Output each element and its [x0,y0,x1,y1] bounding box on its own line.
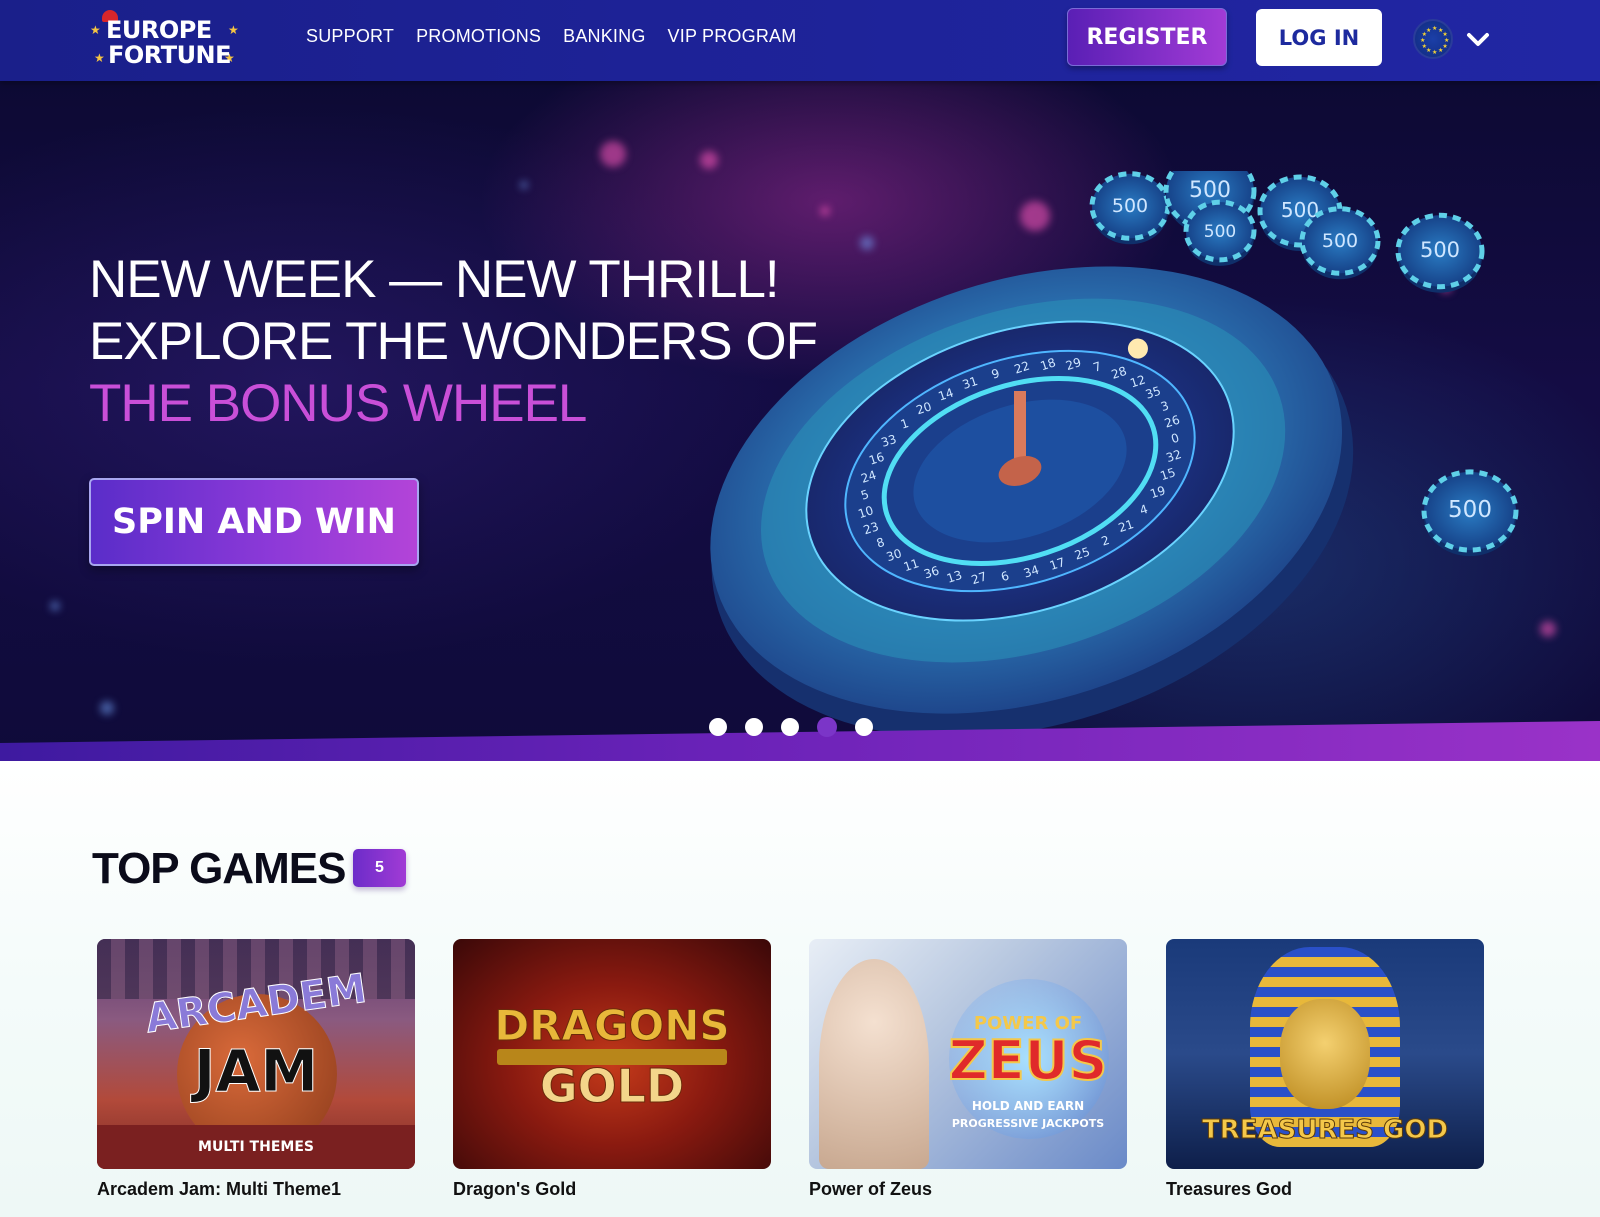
game-thumbnail[interactable]: DRAGONS GOLD [453,939,771,1169]
logo-text-europe: EUROPE [106,16,212,44]
spin-and-win-button[interactable]: SPIN AND WIN [89,478,419,566]
game-art-title: DRAGONS [494,1001,730,1051]
chip-label: 500 [1204,222,1236,242]
flag-star: ★ [1426,27,1432,34]
logo-text-fortune: FORTUNE [108,41,232,69]
chevron-down-icon[interactable] [1464,26,1492,52]
slider-dot-2[interactable] [745,718,763,736]
casino-chip-icon: 500 [1421,469,1519,557]
games-count-badge: 5 [353,849,406,887]
roulette-wheel-graphic: 500500500500500500500500 260321519421225… [710,151,1519,761]
chip-label: 500 [1448,497,1492,523]
casino-chip-icon: 500 [1395,212,1485,293]
star-icon: ★ [228,23,239,37]
flag-star: ★ [1442,32,1448,38]
chip-label: 500 [1112,195,1148,217]
flag-star: ★ [1421,44,1427,50]
slider-dot-1[interactable] [709,718,727,736]
site-header: ★ ★ ★ ★ EUROPE FORTUNE SUPPORT PROMOTION… [0,0,1600,81]
game-title[interactable]: Treasures God [1166,1178,1484,1200]
game-art-tag: HOLD AND EARN [971,1099,1085,1113]
game-art-subtitle: GOLD [539,1059,685,1114]
game-title[interactable]: Arcadem Jam: Multi Theme1 [97,1178,415,1200]
top-games-section: TOP GAMES 5 ARCADEM JAM MULTI THEMES Arc… [0,761,1600,1217]
nav-promotions[interactable]: PROMOTIONS [416,25,541,47]
game-card-power-of-zeus[interactable]: POWER OF ZEUS HOLD AND EARN PROGRESSIVE … [809,939,1127,1200]
flag-star: ★ [1432,50,1438,56]
game-card-arcadem-jam[interactable]: ARCADEM JAM MULTI THEMES Arcadem Jam: Mu… [97,939,415,1200]
flag-star: ★ [1432,26,1438,32]
nav-vip-program[interactable]: VIP PROGRAM [668,25,797,47]
casino-chip-icon: 500 [1089,171,1171,245]
section-title: TOP GAMES [92,844,346,893]
game-art-tag-2: PROGRESSIVE JACKPOTS [951,1117,1105,1130]
star-icon: ★ [94,51,105,65]
game-thumbnail[interactable]: TREASURES GOD [1166,939,1484,1169]
game-card-dragons-gold[interactable]: DRAGONS GOLD Dragon's Gold [453,939,771,1200]
slider-pagination [709,717,873,737]
game-card-treasures-god[interactable]: TREASURES GOD Treasures God [1166,939,1484,1200]
chip-label: 500 [1189,178,1231,203]
hero-banner: NEW WEEK — NEW THRILL! EXPLORE THE WONDE… [0,81,1600,761]
game-art-title: TREASURES GOD [1201,1115,1449,1146]
register-button[interactable]: REGISTER [1067,8,1227,66]
star-icon: ★ [90,23,101,37]
eu-flag-icon[interactable]: ★ ★ ★ ★ ★ ★ ★ ★ ★ ★ ★ ★ [1413,19,1453,59]
europe-fortune-logo[interactable]: ★ ★ ★ ★ EUROPE FORTUNE [88,10,243,70]
game-thumbnail[interactable]: POWER OF ZEUS HOLD AND EARN PROGRESSIVE … [809,939,1127,1169]
flag-star: ★ [1420,38,1426,44]
nav-banking[interactable]: BANKING [563,25,645,47]
main-nav: SUPPORT PROMOTIONS BANKING VIP PROGRAM [306,25,796,47]
flag-star: ★ [1438,48,1444,55]
casino-chip-icon: 500 [1183,199,1257,266]
slider-dot-5[interactable] [855,718,873,736]
slider-dot-4[interactable] [817,717,837,737]
game-art-subtitle: JAM [193,1037,319,1106]
login-button[interactable]: LOG IN [1256,9,1382,66]
game-thumbnail[interactable]: ARCADEM JAM MULTI THEMES [97,939,415,1169]
casino-chip-icon: 500 [1299,206,1381,280]
game-art-tag: MULTI THEMES [198,1139,314,1155]
roulette-wheel-illustration: 500500500500500500500500 260321519421225… [700,151,1580,761]
slider-dot-3[interactable] [781,718,799,736]
game-art-subtitle: ZEUS [948,1028,1109,1093]
nav-support[interactable]: SUPPORT [306,25,394,47]
game-title[interactable]: Dragon's Gold [453,1178,771,1200]
game-title[interactable]: Power of Zeus [809,1178,1127,1200]
chip-label: 500 [1322,230,1358,252]
chip-label: 500 [1420,238,1460,262]
